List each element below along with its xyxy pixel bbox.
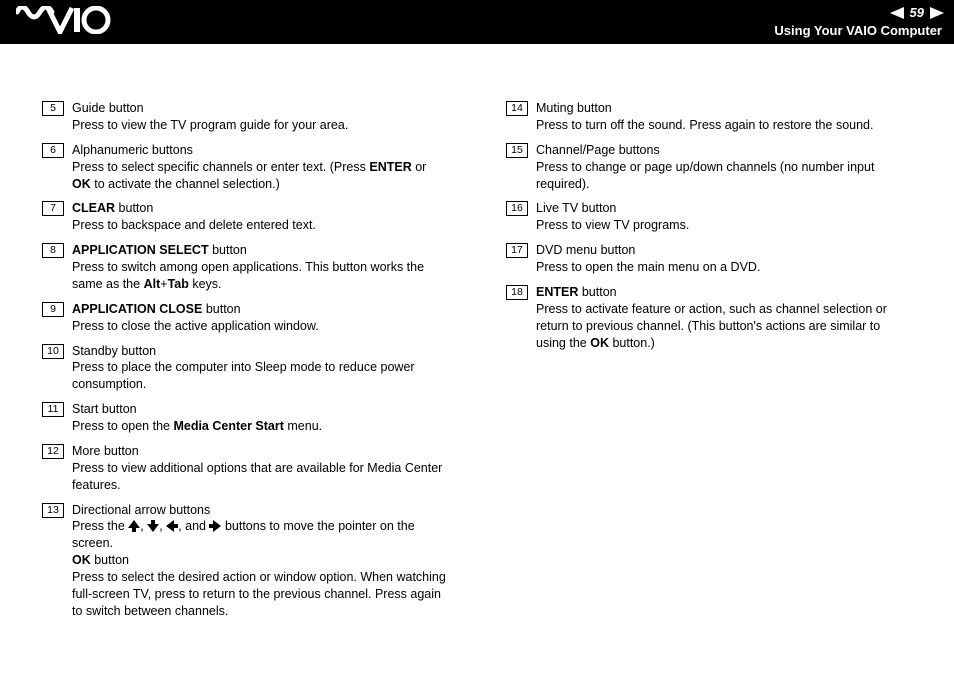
item-title: APPLICATION SELECT button xyxy=(72,242,448,259)
item-body: DVD menu buttonPress to open the main me… xyxy=(536,242,912,276)
item-description: Press to view the TV program guide for y… xyxy=(72,117,448,134)
item-title: Muting button xyxy=(536,100,912,117)
item-description: Press the , , , and buttons to move the … xyxy=(72,518,448,552)
list-item: 9 APPLICATION CLOSE buttonPress to close … xyxy=(42,301,448,335)
list-item: 14 Muting buttonPress to turn off the sou… xyxy=(506,100,912,134)
item-body: APPLICATION SELECT buttonPress to switch… xyxy=(72,242,448,293)
item-description: Press to activate feature or action, suc… xyxy=(536,301,912,352)
item-body: More buttonPress to view additional opti… xyxy=(72,443,448,494)
list-item: 10 Standby buttonPress to place the compu… xyxy=(42,343,448,394)
list-item: 6 Alphanumeric buttonsPress to select spe… xyxy=(42,142,448,193)
item-number-box: 7 xyxy=(42,201,64,216)
arrow-right-icon xyxy=(209,519,221,533)
item-body: Alphanumeric buttonsPress to select spec… xyxy=(72,142,448,193)
item-body: Muting buttonPress to turn off the sound… xyxy=(536,100,912,134)
item-title: Start button xyxy=(72,401,448,418)
item-body: Guide buttonPress to view the TV program… xyxy=(72,100,448,134)
item-title: Channel/Page buttons xyxy=(536,142,912,159)
next-page-icon[interactable] xyxy=(930,7,944,19)
item-number-box: 11 xyxy=(42,402,64,417)
item-description: Press to select specific channels or ent… xyxy=(72,159,448,193)
item-description: Press to backspace and delete entered te… xyxy=(72,217,448,234)
item-description: Press to place the computer into Sleep m… xyxy=(72,359,448,393)
section-title: Using Your VAIO Computer xyxy=(774,22,942,40)
item-number-box: 17 xyxy=(506,243,528,258)
item-title: CLEAR button xyxy=(72,200,448,217)
arrow-up-icon xyxy=(128,519,140,533)
list-item: 7 CLEAR buttonPress to backspace and dele… xyxy=(42,200,448,234)
item-number-box: 8 xyxy=(42,243,64,258)
item-title: More button xyxy=(72,443,448,460)
item-description: Press to open the main menu on a DVD. xyxy=(536,259,912,276)
item-number-box: 15 xyxy=(506,143,528,158)
left-column: 5 Guide buttonPress to view the TV progra… xyxy=(42,100,448,628)
item-body: Live TV buttonPress to view TV programs. xyxy=(536,200,912,234)
list-item: 5 Guide buttonPress to view the TV progra… xyxy=(42,100,448,134)
item-title: Standby button xyxy=(72,343,448,360)
item-title: ENTER button xyxy=(536,284,912,301)
item-body: Channel/Page buttonsPress to change or p… xyxy=(536,142,912,193)
page-number: 59 xyxy=(910,4,924,22)
arrow-down-icon xyxy=(147,519,159,533)
item-body: Standby buttonPress to place the compute… xyxy=(72,343,448,394)
item-number-box: 14 xyxy=(506,101,528,116)
item-description: Press to turn off the sound. Press again… xyxy=(536,117,912,134)
list-item: 16 Live TV buttonPress to view TV program… xyxy=(506,200,912,234)
list-item: 15 Channel/Page buttonsPress to change or… xyxy=(506,142,912,193)
item-number-box: 9 xyxy=(42,302,64,317)
item-description: Press to view additional options that ar… xyxy=(72,460,448,494)
list-item: 17 DVD menu buttonPress to open the main … xyxy=(506,242,912,276)
item-body: APPLICATION CLOSE buttonPress to close t… xyxy=(72,301,448,335)
item-number-box: 13 xyxy=(42,503,64,518)
item-body: ENTER buttonPress to activate feature or… xyxy=(536,284,912,352)
item-number-box: 18 xyxy=(506,285,528,300)
item-title: Live TV button xyxy=(536,200,912,217)
right-column: 14 Muting buttonPress to turn off the sou… xyxy=(506,100,912,628)
vaio-logo xyxy=(16,6,112,39)
item-description: Press to open the Media Center Start men… xyxy=(72,418,448,435)
list-item: 18 ENTER buttonPress to activate feature … xyxy=(506,284,912,352)
item-title: Guide button xyxy=(72,100,448,117)
page-controls: 59 xyxy=(890,4,944,22)
item-subtitle: OK button xyxy=(72,552,448,569)
prev-page-icon[interactable] xyxy=(890,7,904,19)
header-bar: 59 Using Your VAIO Computer xyxy=(0,0,954,44)
item-number-box: 12 xyxy=(42,444,64,459)
content-area: 5 Guide buttonPress to view the TV progra… xyxy=(42,100,912,628)
item-title: Alphanumeric buttons xyxy=(72,142,448,159)
list-item: 12 More buttonPress to view additional op… xyxy=(42,443,448,494)
item-subdescription: Press to select the desired action or wi… xyxy=(72,569,448,620)
list-item: 13 Directional arrow buttonsPress the , ,… xyxy=(42,502,448,620)
item-number-box: 6 xyxy=(42,143,64,158)
item-title: DVD menu button xyxy=(536,242,912,259)
item-number-box: 10 xyxy=(42,344,64,359)
item-body: Start buttonPress to open the Media Cent… xyxy=(72,401,448,435)
arrow-left-icon xyxy=(166,519,178,533)
item-number-box: 16 xyxy=(506,201,528,216)
item-title: APPLICATION CLOSE button xyxy=(72,301,448,318)
item-description: Press to switch among open applications.… xyxy=(72,259,448,293)
item-description: Press to change or page up/down channels… xyxy=(536,159,912,193)
item-number-box: 5 xyxy=(42,101,64,116)
item-body: Directional arrow buttonsPress the , , ,… xyxy=(72,502,448,620)
list-item: 8 APPLICATION SELECT buttonPress to switc… xyxy=(42,242,448,293)
item-description: Press to view TV programs. xyxy=(536,217,912,234)
item-description: Press to close the active application wi… xyxy=(72,318,448,335)
item-title: Directional arrow buttons xyxy=(72,502,448,519)
list-item: 11 Start buttonPress to open the Media Ce… xyxy=(42,401,448,435)
item-body: CLEAR buttonPress to backspace and delet… xyxy=(72,200,448,234)
